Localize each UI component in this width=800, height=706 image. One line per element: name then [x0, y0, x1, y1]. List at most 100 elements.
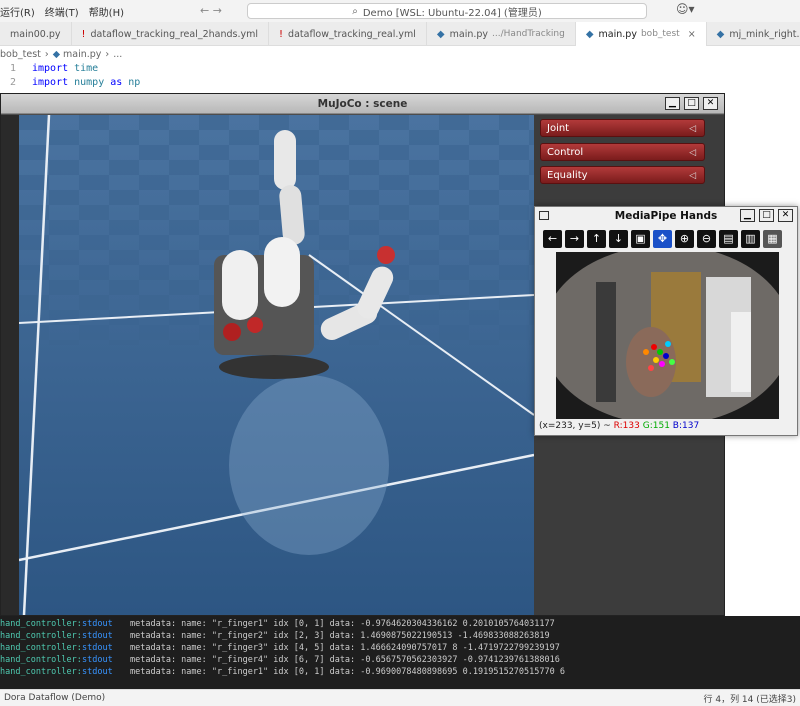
- copy-icon[interactable]: ▥: [741, 230, 760, 248]
- close-button[interactable]: ✕: [703, 97, 718, 110]
- status-left[interactable]: Dora Dataflow (Demo): [4, 693, 105, 703]
- mediapipe-title-bar[interactable]: MediaPipe Hands ▁ □ ✕: [535, 207, 797, 225]
- tab-dataflow-2hands[interactable]: ! dataflow_tracking_real_2hands.yml: [72, 22, 270, 46]
- control-label: Control: [547, 147, 584, 158]
- yaml-icon: !: [81, 28, 86, 40]
- menu-terminal[interactable]: 终端(T): [45, 4, 79, 19]
- camera-feed[interactable]: [556, 252, 779, 419]
- breadcrumb-symbol[interactable]: ...: [113, 49, 122, 60]
- control-section-button[interactable]: Control ◁: [540, 143, 705, 161]
- log-message: metadata: name: "r_finger4" idx [6, 7] d…: [130, 655, 560, 665]
- line-number: 1: [9, 62, 16, 74]
- equality-section-button[interactable]: Equality ◁: [540, 166, 705, 184]
- tab-label: main00.py: [10, 28, 61, 40]
- breadcrumb-file[interactable]: main.py: [63, 49, 101, 60]
- breadcrumb-folder[interactable]: bob_test: [0, 49, 41, 60]
- tab-label: mj_mink_right.py: [729, 28, 800, 40]
- status-bar: Dora Dataflow (Demo) 行 4，列 14 (已选择3): [0, 689, 800, 706]
- tab-label: dataflow_tracking_real.yml: [288, 28, 416, 40]
- nav-arrows[interactable]: ← →: [200, 4, 222, 17]
- keyword: import: [32, 62, 69, 74]
- cursor-position: (x=233, y=5) ~: [539, 421, 611, 431]
- chevron-right-icon: ›: [44, 48, 49, 60]
- green-value: G:151: [642, 421, 670, 431]
- log-stream: stdout: [82, 655, 113, 665]
- maximize-button[interactable]: □: [684, 97, 699, 110]
- simulation-viewport[interactable]: [19, 115, 534, 615]
- mujoco-title-bar[interactable]: MuJoCo : scene ▁ □ ✕: [1, 94, 724, 114]
- camera-image: [556, 252, 779, 419]
- zoom-in-icon[interactable]: ⊕: [675, 230, 694, 248]
- triangle-left-icon: ◁: [689, 124, 696, 134]
- arrow-left-icon[interactable]: ←: [543, 230, 562, 248]
- arrow-right-icon[interactable]: →: [565, 230, 584, 248]
- close-icon[interactable]: ×: [688, 29, 696, 40]
- line-number: 2: [9, 76, 16, 88]
- python-icon: ◆: [716, 28, 725, 40]
- python-icon: ◆: [585, 28, 594, 40]
- pixel-status: (x=233, y=5) ~ R:133 G:151 B:137: [539, 421, 699, 431]
- log-source: hand_controller:: [0, 619, 82, 629]
- keyword: import: [32, 76, 69, 88]
- minimize-button[interactable]: ▁: [665, 97, 680, 110]
- keyword: as: [110, 76, 123, 88]
- copilot-icon[interactable]: ☺▾: [676, 2, 695, 16]
- zoom-out-icon[interactable]: ⊖: [697, 230, 716, 248]
- tab-main-bobtest[interactable]: ◆ main.py bob_test ×: [575, 22, 707, 46]
- terminal-line: hand_controller: stdout metadata: name: …: [0, 631, 800, 643]
- tab-dataflow-real[interactable]: ! dataflow_tracking_real.yml: [269, 22, 427, 46]
- red-value: R:133: [613, 421, 640, 431]
- properties-icon[interactable]: ▦: [763, 230, 782, 248]
- save-icon[interactable]: ▤: [719, 230, 738, 248]
- command-center[interactable]: ⌕ Demo [WSL: Ubuntu-22.04] (管理员): [247, 3, 647, 19]
- tab-main00[interactable]: main00.py: [0, 22, 72, 46]
- joint-label: Joint: [547, 123, 570, 134]
- joint-section-button[interactable]: Joint ◁: [540, 119, 705, 137]
- close-button[interactable]: ✕: [778, 209, 793, 222]
- tab-label: main.py: [449, 28, 489, 40]
- terminal-line: hand_controller: stdout metadata: name: …: [0, 619, 800, 631]
- zoom-fit-icon[interactable]: ▣: [631, 230, 650, 248]
- code-line: 2 import numpy as np: [0, 75, 140, 89]
- code-editor[interactable]: 1 import time 2 import numpy as np: [0, 61, 140, 89]
- tab-mj-mink-right[interactable]: ◆ mj_mink_right.py: [707, 22, 800, 46]
- status-right[interactable]: 行 4，列 14 (已选择3): [703, 692, 796, 705]
- terminal-line: hand_controller: stdout metadata: name: …: [0, 655, 800, 667]
- log-source: hand_controller:: [0, 655, 82, 665]
- tab-main-handtracking[interactable]: ◆ main.py .../HandTracking: [427, 22, 576, 46]
- log-source: hand_controller:: [0, 643, 82, 653]
- log-message: metadata: name: "r_finger3" idx [4, 5] d…: [130, 643, 560, 653]
- menu-run[interactable]: 运行(R): [0, 4, 35, 19]
- tab-label: dataflow_tracking_real_2hands.yml: [90, 28, 259, 40]
- scene-render: [19, 115, 534, 615]
- triangle-left-icon: ◁: [689, 171, 696, 181]
- module-name: numpy: [74, 76, 105, 88]
- arrow-down-icon[interactable]: ↓: [609, 230, 628, 248]
- python-icon: ◆: [52, 48, 60, 60]
- title-bar: 运行(R) 终端(T) 帮助(H) ← → ⌕ Demo [WSL: Ubunt…: [0, 0, 800, 22]
- tab-label: main.py: [598, 28, 637, 40]
- log-stream: stdout: [82, 643, 113, 653]
- terminal-panel[interactable]: hand_controller: stdout metadata: name: …: [0, 616, 800, 689]
- terminal-line: hand_controller: stdout metadata: name: …: [0, 667, 800, 679]
- mediapipe-toolbar: ← → ↑ ↓ ▣ ✥ ⊕ ⊖ ▤ ▥ ▦: [543, 230, 782, 248]
- maximize-button[interactable]: □: [759, 209, 774, 222]
- triangle-left-icon: ◁: [689, 148, 696, 158]
- mediapipe-title: MediaPipe Hands: [614, 210, 718, 222]
- log-message: metadata: name: "r_finger1" idx [0, 1] d…: [130, 619, 555, 629]
- python-icon: ◆: [436, 28, 445, 40]
- equality-label: Equality: [547, 170, 588, 181]
- arrow-up-icon[interactable]: ↑: [587, 230, 606, 248]
- yaml-icon: !: [279, 28, 284, 40]
- command-center-label: Demo [WSL: Ubuntu-22.04] (管理员): [362, 7, 542, 19]
- code-line: 1 import time: [0, 61, 140, 75]
- tab-sub: .../HandTracking: [492, 29, 565, 39]
- minimize-button[interactable]: ▁: [740, 209, 755, 222]
- editor-tabs: main00.py ! dataflow_tracking_real_2hand…: [0, 22, 800, 46]
- chevron-right-icon: ›: [105, 48, 110, 60]
- mediapipe-window[interactable]: MediaPipe Hands ▁ □ ✕ ← → ↑ ↓ ▣ ✥ ⊕ ⊖ ▤ …: [534, 206, 798, 436]
- menu-help[interactable]: 帮助(H): [89, 4, 124, 19]
- pan-icon[interactable]: ✥: [653, 230, 672, 248]
- tab-sub: bob_test: [640, 29, 680, 39]
- breadcrumb: bob_test › ◆ main.py › ...: [0, 46, 122, 62]
